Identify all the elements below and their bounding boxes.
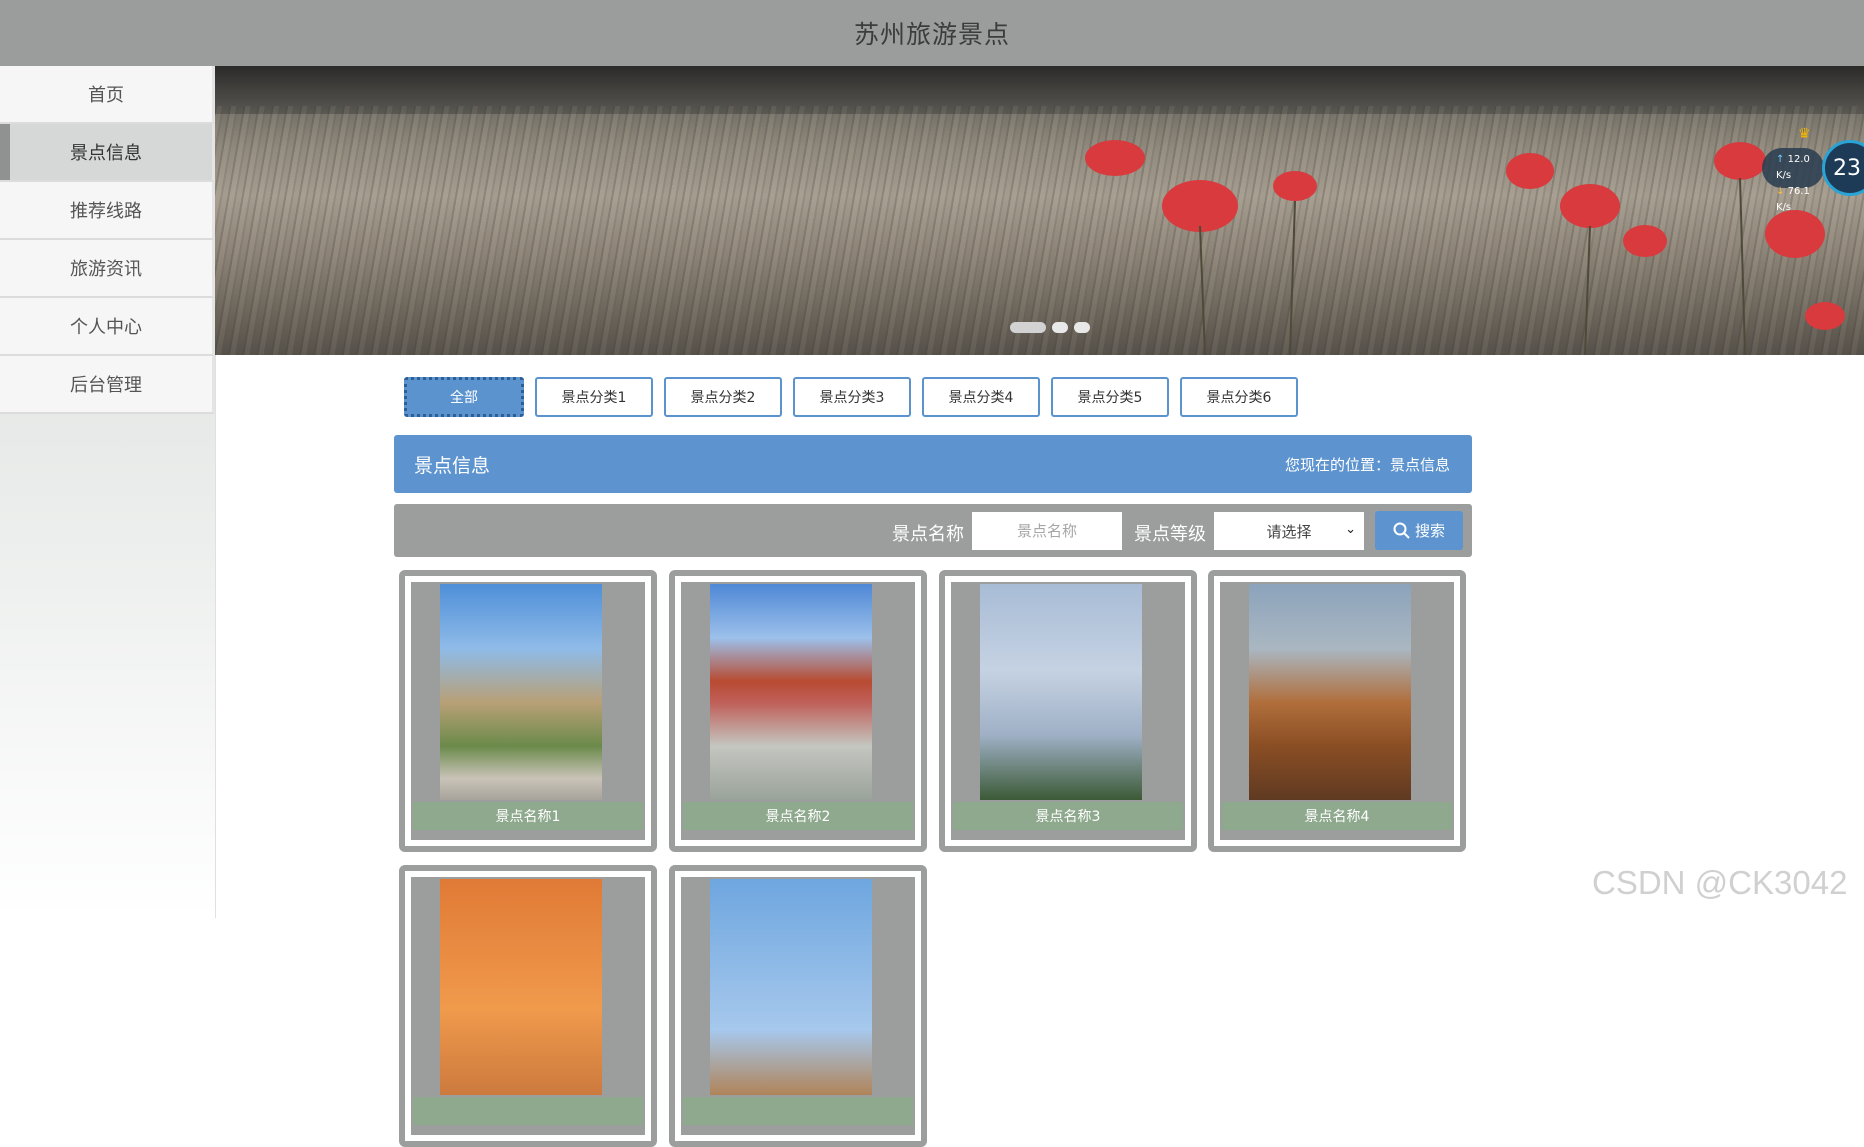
tab-all[interactable]: 全部 — [404, 377, 524, 417]
app-header: 苏州旅游景点 — [0, 0, 1864, 67]
download-arrow-icon: ↓ — [1776, 186, 1785, 197]
attraction-name: 景点名称2 — [683, 802, 913, 830]
sidebar-item-label: 后台管理 — [70, 375, 142, 396]
sidebar-item-profile[interactable]: 个人中心 — [0, 298, 215, 356]
section-title: 景点信息 — [414, 455, 491, 477]
attraction-card[interactable]: 景点名称4 — [1208, 570, 1466, 852]
tab-category-2[interactable]: 景点分类2 — [664, 377, 782, 417]
search-button[interactable]: 搜索 — [1375, 511, 1463, 550]
sidebar-item-label: 推荐线路 — [70, 201, 142, 222]
carousel-dot[interactable] — [1010, 322, 1046, 333]
card-frame: 景点名称2 — [681, 582, 915, 840]
name-search-input[interactable] — [972, 512, 1122, 550]
banner-carousel[interactable] — [215, 66, 1864, 355]
level-select-value: 请选择 — [1266, 522, 1312, 541]
card-frame: 景点名称4 — [1220, 582, 1454, 840]
attraction-card[interactable]: 景点名称3 — [939, 570, 1197, 852]
carousel-dot[interactable] — [1052, 322, 1068, 333]
section-title-bar: 景点信息 您现在的位置：景点信息 — [394, 435, 1472, 493]
temperature-badge: 23 — [1822, 140, 1864, 196]
level-label: 景点等级 — [1134, 524, 1206, 545]
tab-label: 全部 — [450, 390, 478, 406]
attraction-card[interactable]: 景点名称1 — [399, 570, 657, 852]
attraction-photo — [710, 879, 872, 1095]
tab-label: 景点分类3 — [819, 390, 885, 406]
sidebar-item-attractions[interactable]: 景点信息 — [0, 124, 215, 182]
tab-label: 景点分类6 — [1206, 390, 1272, 406]
upload-arrow-icon: ↑ — [1776, 154, 1785, 165]
search-icon — [1393, 522, 1410, 539]
card-frame: 景点名称1 — [411, 582, 645, 840]
sidebar-item-news[interactable]: 旅游资讯 — [0, 240, 215, 298]
page-title: 苏州旅游景点 — [853, 20, 1010, 49]
carousel-indicators — [1010, 322, 1090, 333]
tab-label: 景点分类5 — [1077, 390, 1143, 406]
sidebar-item-label: 个人中心 — [70, 317, 142, 338]
watermark: CSDN @CK3042 — [1592, 864, 1848, 901]
attraction-card[interactable] — [669, 865, 927, 1147]
level-select[interactable]: 请选择 ⌄ — [1214, 512, 1364, 550]
tab-category-6[interactable]: 景点分类6 — [1180, 377, 1298, 417]
chevron-down-icon: ⌄ — [1345, 522, 1356, 537]
tab-category-1[interactable]: 景点分类1 — [535, 377, 653, 417]
carousel-dot[interactable] — [1074, 322, 1090, 333]
sidebar: 首页 景点信息 推荐线路 旅游资讯 个人中心 后台管理 — [0, 66, 216, 918]
banner-poppies — [1085, 140, 1845, 355]
attraction-name: 景点名称3 — [953, 802, 1183, 830]
attraction-name: 景点名称1 — [413, 802, 643, 830]
sidebar-item-label: 首页 — [88, 85, 124, 106]
category-tabs: 全部 景点分类1 景点分类2 景点分类3 景点分类4 景点分类5 景点分类6 — [404, 377, 1298, 417]
attraction-photo — [440, 879, 602, 1095]
sidebar-item-label: 旅游资讯 — [70, 259, 142, 280]
sidebar-item-routes[interactable]: 推荐线路 — [0, 182, 215, 240]
sidebar-item-home[interactable]: 首页 — [0, 66, 215, 124]
attraction-photo — [980, 584, 1142, 800]
temperature-value: 23 — [1833, 155, 1861, 181]
tab-category-3[interactable]: 景点分类3 — [793, 377, 911, 417]
card-frame — [681, 877, 915, 1135]
attraction-card[interactable] — [399, 865, 657, 1147]
attraction-photo — [440, 584, 602, 800]
search-bar: 景点名称 景点等级 请选择 ⌄ 搜索 — [394, 504, 1472, 557]
tab-label: 景点分类1 — [561, 390, 627, 406]
attraction-photo — [710, 584, 872, 800]
tab-label: 景点分类2 — [690, 390, 756, 406]
attraction-photo — [1249, 584, 1411, 800]
tab-category-5[interactable]: 景点分类5 — [1051, 377, 1169, 417]
tab-label: 景点分类4 — [948, 390, 1014, 406]
search-button-label: 搜索 — [1414, 522, 1445, 540]
attraction-name — [683, 1097, 913, 1125]
speed-pill: ↑ 12.0 K/s ↓ 76.1 K/s — [1762, 148, 1824, 213]
name-label: 景点名称 — [892, 524, 964, 545]
tab-category-4[interactable]: 景点分类4 — [922, 377, 1040, 417]
network-speed-widget[interactable]: ♛ ↑ 12.0 K/s ↓ 76.1 K/s 23 — [1762, 126, 1864, 213]
attraction-card[interactable]: 景点名称2 — [669, 570, 927, 852]
breadcrumb: 您现在的位置：景点信息 — [1284, 456, 1450, 474]
card-frame — [411, 877, 645, 1135]
attraction-name — [413, 1097, 643, 1125]
card-frame: 景点名称3 — [951, 582, 1185, 840]
sidebar-item-admin[interactable]: 后台管理 — [0, 356, 215, 414]
attraction-name: 景点名称4 — [1222, 802, 1452, 830]
sidebar-item-label: 景点信息 — [70, 143, 142, 164]
crown-icon: ♛ — [1798, 126, 1811, 142]
